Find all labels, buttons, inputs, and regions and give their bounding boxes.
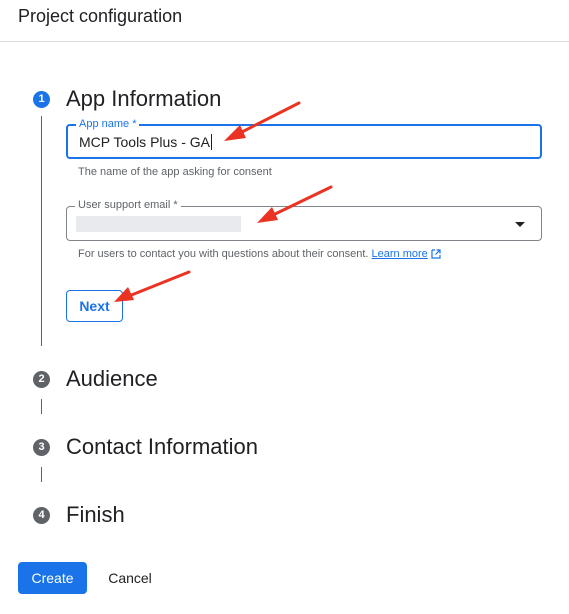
- cancel-button[interactable]: Cancel: [98, 562, 162, 594]
- support-email-label: User support email *: [75, 198, 181, 212]
- next-button[interactable]: Next: [66, 290, 123, 322]
- app-name-value: MCP Tools Plus - GA: [79, 134, 210, 150]
- step-2-title[interactable]: Audience: [66, 366, 158, 392]
- step-3-number: 3: [33, 439, 50, 456]
- dropdown-arrow-icon[interactable]: [515, 222, 525, 227]
- support-email-select[interactable]: User support email *: [66, 198, 542, 241]
- support-email-helper: For users to contact you with questions …: [78, 248, 441, 260]
- step-3-connector: [41, 467, 42, 482]
- text-cursor: [210, 134, 212, 150]
- step-2-connector: [41, 399, 42, 414]
- app-name-field[interactable]: App name * MCP Tools Plus - GA: [66, 117, 542, 159]
- learn-more-link[interactable]: Learn more: [372, 248, 428, 260]
- page-header: Project configuration: [0, 0, 569, 42]
- create-button[interactable]: Create: [18, 562, 87, 594]
- step-4-number: 4: [33, 507, 50, 524]
- redacted-email-value: [76, 216, 241, 232]
- step-1-connector: [41, 116, 42, 346]
- external-link-icon[interactable]: [431, 249, 441, 259]
- step-1-title[interactable]: App Information: [66, 86, 221, 112]
- app-name-input[interactable]: MCP Tools Plus - GA: [79, 134, 212, 150]
- page-title: Project configuration: [18, 6, 183, 26]
- annotation-arrow-next: [114, 270, 191, 302]
- step-3-title[interactable]: Contact Information: [66, 434, 258, 460]
- step-4-title[interactable]: Finish: [66, 502, 125, 528]
- app-name-label: App name *: [76, 117, 140, 131]
- support-email-helper-text: For users to contact you with questions …: [78, 248, 369, 260]
- app-name-helper: The name of the app asking for consent: [78, 166, 272, 178]
- step-2-number: 2: [33, 371, 50, 388]
- step-1-number: 1: [33, 91, 50, 108]
